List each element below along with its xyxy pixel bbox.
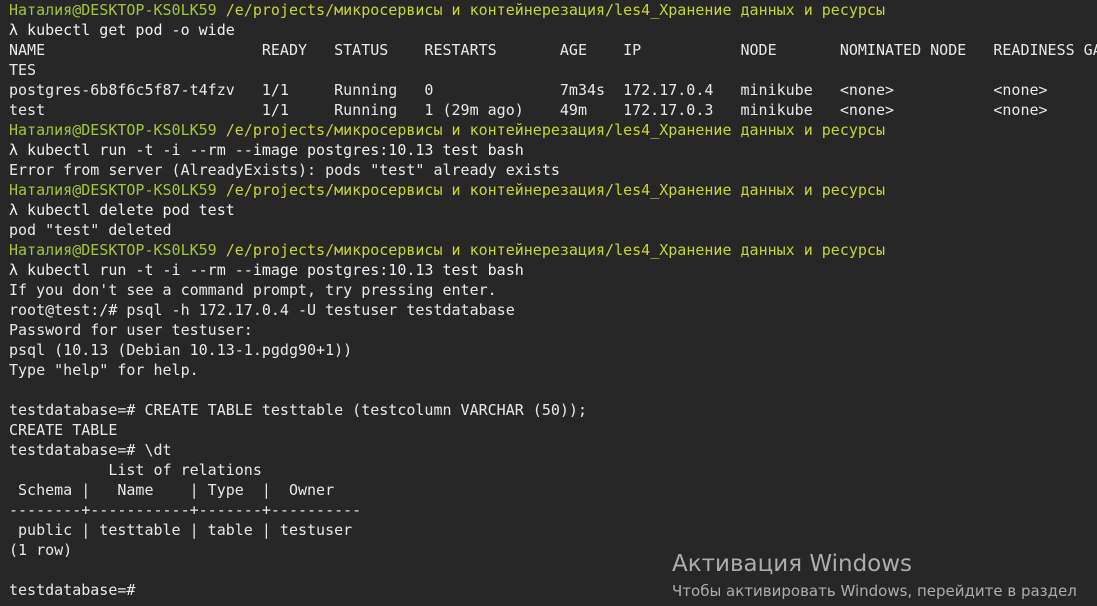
terminal-line: Password for user testuser:: [9, 321, 253, 339]
terminal-line: λ kubectl run -t -i --rm --image postgre…: [9, 261, 524, 279]
prompt-path: /e/projects/микросервисы и контейнерезац…: [225, 1, 885, 19]
terminal-line: --------+-----------+-------+----------: [9, 501, 362, 519]
terminal-line: Type "help" for help.: [9, 361, 199, 379]
terminal-line: testdatabase=# CREATE TABLE testtable (t…: [9, 401, 587, 419]
terminal-line: Error from server (AlreadyExists): pods …: [9, 161, 560, 179]
terminal-line: pod "test" deleted: [9, 221, 172, 239]
terminal-line: λ kubectl delete pod test: [9, 201, 235, 219]
terminal-line: CREATE TABLE: [9, 421, 118, 439]
terminal-line: TES: [9, 61, 37, 79]
terminal-line: List of relations: [9, 461, 262, 479]
prompt-path: /e/projects/микросервисы и контейнерезац…: [225, 121, 885, 139]
terminal-line: test 1/1 Running 1 (29m ago) 49m 172.17.…: [9, 101, 1048, 119]
terminal-line: Наталия@DESKTOP-KS0LK59 /e/projects/микр…: [9, 240, 1097, 260]
terminal-line: λ kubectl run -t -i --rm --image postgre…: [9, 141, 524, 159]
terminal-line: Наталия@DESKTOP-KS0LK59 /e/projects/микр…: [9, 180, 1097, 200]
prompt-user: Наталия@DESKTOP-KS0LK59: [9, 121, 217, 139]
terminal-line: postgres-6b8f6c5f87-t4fzv 1/1 Running 0 …: [9, 81, 1048, 99]
terminal-line: testdatabase=# \dt: [9, 441, 172, 459]
prompt-user: Наталия@DESKTOP-KS0LK59: [9, 241, 217, 259]
prompt-user: Наталия@DESKTOP-KS0LK59: [9, 1, 217, 19]
terminal-line: (1 row): [9, 541, 73, 559]
terminal-output: Наталия@DESKTOP-KS0LK59 /e/projects/микр…: [9, 0, 1097, 600]
terminal-line: Наталия@DESKTOP-KS0LK59 /e/projects/микр…: [9, 120, 1097, 140]
terminal-line: λ kubectl get pod -o wide: [9, 21, 235, 39]
terminal-line: psql (10.13 (Debian 10.13-1.pgdg90+1)): [9, 341, 353, 359]
terminal-line: Schema | Name | Type | Owner: [9, 481, 335, 499]
terminal-line: NAME READY STATUS RESTARTS AGE IP NODE N…: [9, 41, 1097, 59]
terminal-line: Наталия@DESKTOP-KS0LK59 /e/projects/микр…: [9, 0, 1097, 20]
terminal-window[interactable]: Наталия@DESKTOP-KS0LK59 /e/projects/микр…: [0, 0, 1097, 606]
terminal-prompt-line[interactable]: testdatabase=#: [9, 580, 1097, 600]
terminal-line: public | testtable | table | testuser: [9, 521, 353, 539]
prompt-path: /e/projects/микросервисы и контейнерезац…: [225, 241, 885, 259]
terminal-line: root@test:/# psql -h 172.17.0.4 -U testu…: [9, 301, 515, 319]
prompt-user: Наталия@DESKTOP-KS0LK59: [9, 181, 217, 199]
prompt-path: /e/projects/микросервисы и контейнерезац…: [225, 181, 885, 199]
terminal-line: If you don't see a command prompt, try p…: [9, 281, 497, 299]
